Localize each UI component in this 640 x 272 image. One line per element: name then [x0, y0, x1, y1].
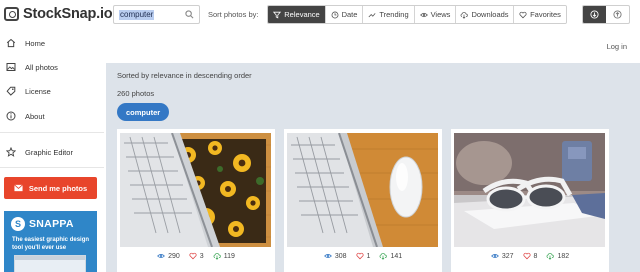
downloads-count: 182 [557, 252, 570, 260]
camera-icon [4, 7, 19, 21]
sidebar-item-license[interactable]: License [6, 84, 51, 98]
download-icon[interactable] [213, 252, 221, 260]
photo-laptop-mouse[interactable] [287, 133, 438, 247]
heart-icon [519, 11, 527, 18]
ad-tagline: The easiest graphic design tool you'll e… [12, 237, 90, 251]
likes-count: 3 [199, 252, 204, 260]
search-value: computer [119, 10, 155, 20]
eye-icon [490, 254, 499, 258]
photo-laptop-flowers[interactable] [120, 133, 271, 247]
login-link[interactable]: Log in [607, 42, 627, 51]
sort-trending-label: Trending [379, 10, 409, 19]
logo-text: StockSnap.io [23, 6, 113, 22]
ad-brand: SNAPPA [29, 218, 74, 230]
snappa-s-icon: S [11, 217, 25, 231]
download-icon[interactable] [546, 252, 555, 260]
logo[interactable]: StockSnap.io [4, 5, 113, 23]
views-count: 308 [334, 252, 347, 260]
eye-icon [323, 254, 332, 258]
photo-stats: 327 8 182 [451, 250, 609, 262]
search-tag[interactable]: computer [117, 103, 170, 121]
sidebar-divider [0, 132, 104, 133]
photo-count: 260 photos [117, 89, 155, 98]
photo-sunglasses-laptop[interactable] [454, 133, 605, 247]
sort-date-button[interactable]: Date [326, 6, 363, 23]
sort-options: Relevance Date Trending Views Downloads … [267, 5, 567, 24]
send-me-photos-label: Send me photos [28, 183, 88, 193]
sort-label: Sort photos by: [208, 10, 259, 19]
sort-relevance-label: Relevance [284, 10, 320, 19]
downloads-count: 119 [223, 252, 235, 260]
sort-downloads-label: Downloads [471, 10, 509, 19]
sort-favorites-button[interactable]: Favorites [514, 6, 566, 23]
sidebar-item-label: Graphic Editor [25, 147, 73, 157]
photos-icon [6, 63, 16, 71]
envelope-icon [14, 184, 23, 192]
license-icon [6, 86, 16, 96]
clock-icon [331, 11, 339, 18]
arrow-up-circle-icon [613, 10, 622, 19]
eye-icon [157, 254, 166, 258]
funnel-icon [273, 11, 282, 18]
sidebar-item-home[interactable]: Home [6, 36, 45, 50]
photo-stats: 290 3 119 [117, 250, 275, 262]
home-icon [6, 38, 16, 48]
sidebar: Home All photos License About Graphic Ed… [0, 30, 106, 272]
heart-icon[interactable] [522, 252, 531, 260]
sort-relevance-button[interactable]: Relevance [268, 6, 326, 23]
arrow-down-circle-icon [590, 10, 599, 19]
photo-card[interactable]: 290 3 119 [117, 129, 275, 272]
photo-card[interactable]: 308 1 141 [284, 129, 442, 272]
photo-card[interactable]: 327 8 182 [451, 129, 609, 272]
sort-views-label: Views [430, 10, 451, 19]
info-icon [6, 111, 16, 121]
ascending-button[interactable] [606, 6, 629, 23]
descending-button[interactable] [583, 6, 606, 23]
sidebar-item-label: All photos [25, 62, 58, 72]
sort-trending-button[interactable]: Trending [363, 6, 415, 23]
search-icon[interactable] [185, 10, 194, 19]
views-count: 327 [501, 252, 514, 260]
ad-screenshot [14, 255, 86, 272]
sidebar-item-all-photos[interactable]: All photos [6, 60, 58, 74]
sort-downloads-button[interactable]: Downloads [456, 6, 514, 23]
trending-icon [368, 12, 376, 17]
search-input[interactable]: computer [113, 5, 200, 24]
likes-count: 8 [533, 252, 538, 260]
eye-icon [419, 12, 428, 17]
top-bar: StockSnap.io computer Sort photos by: Re… [0, 0, 640, 30]
cloud-download-icon [461, 11, 469, 19]
sidebar-divider [0, 167, 104, 168]
sidebar-item-about[interactable]: About [6, 109, 45, 123]
likes-count: 1 [366, 252, 371, 260]
sidebar-item-label: Home [25, 38, 46, 48]
send-me-photos-button[interactable]: Send me photos [4, 177, 97, 199]
downloads-count: 141 [390, 252, 403, 260]
heart-icon[interactable] [355, 252, 364, 260]
sort-views-button[interactable]: Views [415, 6, 456, 23]
views-count: 290 [168, 252, 180, 260]
sidebar-item-graphic-editor[interactable]: Graphic Editor [6, 145, 73, 159]
direction-toggle [582, 5, 630, 24]
photo-stats: 308 1 141 [284, 250, 442, 262]
download-icon[interactable] [379, 252, 388, 260]
sort-description: Sorted by relevance in descending order [117, 71, 252, 80]
star-icon [6, 147, 16, 157]
sidebar-item-label: About [25, 111, 45, 121]
sort-favorites-label: Favorites [530, 10, 561, 19]
main-content: Sorted by relevance in descending order … [106, 63, 640, 272]
snappa-logo: S SNAPPA [11, 217, 74, 231]
sort-date-label: Date [341, 10, 358, 19]
sidebar-item-label: License [25, 86, 51, 96]
heart-icon[interactable] [189, 252, 197, 260]
snappa-ad-banner[interactable]: S SNAPPA The easiest graphic design tool… [4, 211, 97, 272]
